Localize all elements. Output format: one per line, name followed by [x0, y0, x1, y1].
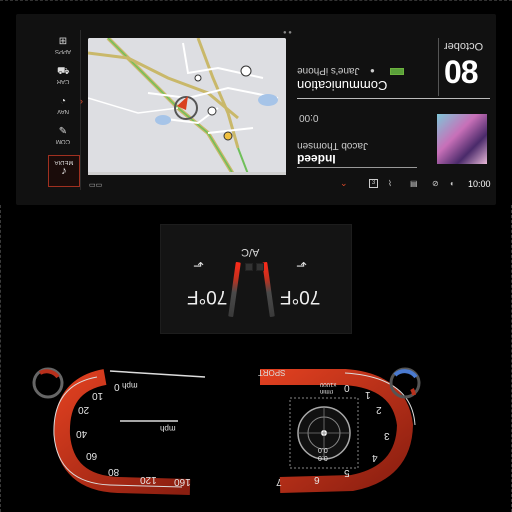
rpm-tick: 6: [314, 474, 320, 485]
speed-readout-unit: mph: [160, 424, 176, 433]
climate-panel: [160, 224, 352, 334]
seat-heater-right-icon[interactable]: ⬐: [296, 258, 307, 274]
speed-tick: 160: [174, 476, 191, 487]
compass-readout: 0.0: [318, 454, 328, 461]
speed-tick: 60: [86, 450, 98, 461]
ac-button[interactable]: A/C: [241, 246, 259, 258]
rpm-tick: 4: [372, 452, 378, 463]
car-icon: ⛟: [57, 66, 70, 77]
sidebar-item-car[interactable]: ⛟ CAR: [48, 66, 78, 84]
status-time: 10:00: [468, 179, 491, 189]
sidebar-item-com[interactable]: ✎ COM: [48, 126, 78, 144]
volume-icon: ▤: [410, 179, 418, 188]
frame-divider: [0, 0, 512, 1]
chevron-down-icon[interactable]: ⌄: [340, 178, 348, 189]
tachometer: [260, 367, 421, 493]
compass-readout: 0.0: [318, 446, 328, 453]
speed-unit: mph: [122, 381, 138, 390]
rpm-tick: 3: [384, 430, 390, 441]
track-elapsed: 0:00: [299, 112, 319, 123]
sidebar-item-label: APPS: [55, 48, 72, 54]
track-artist: Jacob Thomsen: [297, 140, 368, 151]
sidebar-divider: [80, 30, 81, 190]
grid-icon: ⊞: [58, 36, 68, 47]
sidebar-item-media[interactable]: MEDIA ♪: [48, 155, 80, 187]
communication-title[interactable]: Communication: [297, 78, 387, 93]
map-graphic: [88, 38, 286, 174]
rpm-tick: 0: [344, 382, 350, 393]
speed-tick: 40: [76, 428, 88, 439]
music-note-icon: ♪: [61, 165, 67, 177]
track-title[interactable]: Indeed: [297, 152, 336, 166]
speed-tick: 80: [108, 466, 120, 477]
rpm-unit: x1000: [320, 381, 337, 387]
sidebar-item-label: MEDIA: [54, 159, 74, 165]
user-icon: ◐: [450, 179, 455, 188]
section-divider: [297, 98, 490, 99]
seat-heater-left-icon[interactable]: ⬐: [193, 258, 204, 274]
speed-tick: 10: [92, 390, 104, 401]
pager-dots: ● ●: [283, 30, 292, 36]
speed-tick: 20: [78, 404, 90, 415]
fan-icon[interactable]: [256, 263, 264, 271]
rpm-tick: 1: [365, 389, 371, 400]
track-progress: [297, 167, 417, 168]
date-day: 08: [444, 54, 479, 90]
fan-icon[interactable]: [245, 263, 253, 271]
navigation-map[interactable]: [88, 38, 286, 174]
sidebar-item-apps[interactable]: ⊞ APPS: [48, 36, 78, 54]
connected-device: Jane's iPhone: [297, 65, 360, 76]
drive-mode[interactable]: SPORT: [258, 368, 285, 377]
album-art[interactable]: [437, 114, 487, 164]
temp-left[interactable]: 70°F: [187, 285, 227, 307]
rpm-tick: 5: [344, 467, 350, 478]
battery-icon: [390, 68, 404, 75]
sidebar-item-label: NAV: [57, 108, 69, 114]
map-progress-bar: [88, 172, 286, 175]
sidebar-item-nav[interactable]: ◔ NAV: [48, 96, 78, 114]
sidebar-item-label: CAR: [56, 78, 70, 84]
rpm-unit-2: r/min: [320, 388, 334, 394]
dashboard-screen: ⊞ APPS ⛟ CAR ◔ NAV ✎ COM MEDIA ♪ › ▭▭ ● …: [0, 0, 512, 512]
wifi-off-icon: ⊘: [432, 179, 439, 188]
phone-signal-icon: ⌇: [388, 179, 392, 188]
rpm-tick: 7: [276, 476, 282, 487]
map-mode-icon[interactable]: ▭▭: [89, 181, 102, 189]
compass-icon: ◔: [59, 96, 67, 107]
rpm-tick: 2: [376, 404, 382, 415]
speed-tick: 0: [114, 381, 120, 392]
sidebar-item-label: COM: [56, 138, 70, 144]
signal-icon: ●: [370, 66, 375, 75]
speed-tick: 120: [140, 474, 157, 485]
notification-count-icon[interactable]: 3: [369, 179, 378, 188]
date-month: October: [444, 40, 484, 52]
message-icon: ✎: [58, 126, 68, 137]
chevron-right-icon[interactable]: ›: [80, 96, 83, 106]
temp-right[interactable]: 70°F: [280, 285, 320, 307]
